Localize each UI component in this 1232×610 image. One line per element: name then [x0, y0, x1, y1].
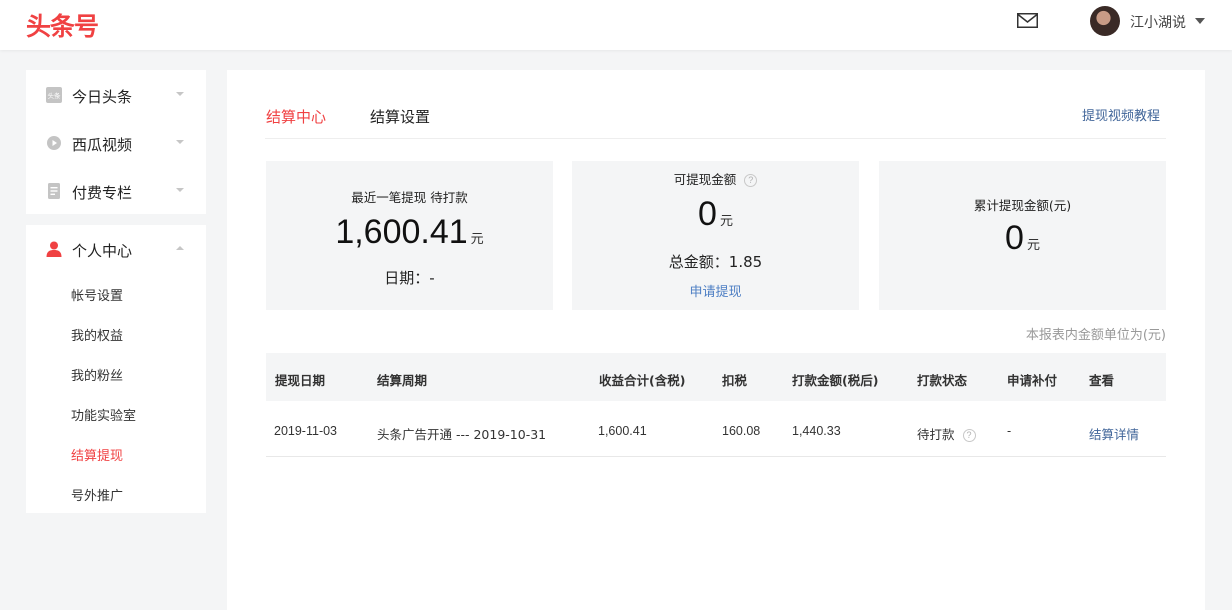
chevron-down-icon [176, 92, 184, 96]
withdrawable-card: 可提现金额? 0元 总金额：1.85 申请提现 [572, 161, 859, 310]
sidebar-item-toutiao[interactable]: 头条 今日头条 [26, 74, 206, 114]
cumulative-withdrawal-card: 累计提现金额(元) 0元 [879, 161, 1166, 310]
help-icon[interactable]: ? [744, 174, 758, 187]
help-icon[interactable]: ? [962, 429, 976, 442]
table-header: 提现日期 结算周期 收益合计(含税) 扣税 打款金额(税后) 打款状态 申请补付… [266, 353, 1166, 401]
sidebar-item-label: 西瓜视频 [72, 136, 133, 154]
apply-withdraw-link[interactable]: 申请提现 [572, 281, 859, 300]
column-header: 查看 [1089, 373, 1115, 388]
cell-status: 待打款? [917, 424, 976, 443]
sidebar-item-lab[interactable]: 功能实验室 [71, 405, 136, 424]
card-title: 累计提现金额(元) [973, 198, 1072, 213]
cell-payout: 1,440.33 [792, 424, 841, 438]
sidebar-personal: 个人中心 帐号设置 我的权益 我的粉丝 功能实验室 结算提现 号外推广 [26, 225, 206, 513]
cell-date: 2019-11-03 [274, 424, 338, 438]
cell-income: 1,600.41 [598, 424, 647, 438]
sidebar-item-fans[interactable]: 我的粉丝 [71, 365, 123, 384]
card-title: 最近一笔提现 待打款 [351, 190, 468, 205]
column-header: 打款状态 [917, 373, 968, 388]
amount: 0元 [879, 219, 1166, 258]
table-row: 2019-11-03 头条广告开通 --- 2019-10-31 1,600.4… [266, 401, 1166, 457]
avatar[interactable] [1090, 6, 1120, 36]
toutiao-icon: 头条 [46, 87, 62, 103]
sidebar-item-personal[interactable]: 个人中心 [26, 228, 206, 268]
svg-text:头条: 头条 [48, 91, 62, 100]
xigua-video-icon [47, 136, 61, 150]
amount-unit: 元 [1026, 238, 1040, 253]
top-bar: 头条号 江小湖说 [0, 0, 1232, 50]
unit-note: 本报表内金额单位为(元) [1025, 328, 1166, 343]
column-header: 收益合计(含税) [599, 373, 686, 388]
amount-unit: 元 [719, 214, 733, 229]
amount: 0元 [572, 195, 859, 234]
sidebar-platforms: 头条 今日头条 西瓜视频 付费专栏 [26, 70, 206, 214]
amount-value: 0 [1005, 219, 1024, 257]
amount-unit: 元 [470, 232, 484, 247]
chevron-up-icon [176, 246, 184, 250]
logo[interactable]: 头条号 [26, 7, 99, 43]
amount: 1,600.41 元 [266, 213, 553, 252]
tutorial-link[interactable]: 提现视频教程 [1082, 105, 1160, 124]
paid-column-icon [48, 183, 60, 199]
amount-value: 0 [698, 195, 717, 233]
tab-settlement-center[interactable]: 结算中心 [266, 106, 326, 127]
sidebar-item-settlement[interactable]: 结算提现 [71, 445, 123, 464]
tab-settlement-settings[interactable]: 结算设置 [370, 106, 430, 127]
amount-value: 1,600.41 [335, 213, 468, 251]
withdrawal-date: 日期：- [384, 269, 435, 287]
column-header: 打款金额(税后) [792, 373, 879, 388]
chevron-down-icon[interactable] [1195, 18, 1205, 24]
sidebar-item-account-settings[interactable]: 帐号设置 [71, 285, 123, 304]
sidebar-item-paid-column[interactable]: 付费专栏 [26, 170, 206, 210]
column-header: 扣税 [722, 373, 748, 388]
sidebar-item-rights[interactable]: 我的权益 [71, 325, 123, 344]
chevron-down-icon [176, 188, 184, 192]
main-panel: 结算中心 结算设置 提现视频教程 最近一笔提现 待打款 1,600.41 元 日期… [227, 70, 1205, 610]
mail-icon[interactable] [1017, 13, 1038, 28]
sidebar-item-label: 付费专栏 [72, 184, 133, 202]
person-icon [46, 241, 62, 257]
card-title-text: 可提现金额 [673, 172, 737, 187]
settlement-detail-link[interactable]: 结算详情 [1089, 424, 1139, 443]
cell-tax: 160.08 [722, 424, 761, 438]
tab-divider [265, 138, 1166, 139]
recent-withdrawal-card: 最近一笔提现 待打款 1,600.41 元 日期：- [266, 161, 553, 310]
sidebar-item-xigua[interactable]: 西瓜视频 [26, 122, 206, 162]
column-header: 结算周期 [377, 373, 428, 388]
chevron-down-icon [176, 140, 184, 144]
sidebar-item-promotion[interactable]: 号外推广 [71, 485, 123, 504]
column-header: 提现日期 [275, 373, 326, 388]
cell-supplement: - [1007, 424, 1012, 438]
status-text: 待打款 [917, 427, 955, 442]
card-title: 可提现金额? [572, 169, 859, 188]
total-amount: 总金额：1.85 [668, 253, 763, 271]
sidebar-item-label: 个人中心 [72, 242, 133, 260]
cell-period: 头条广告开通 --- 2019-10-31 [377, 427, 547, 442]
username[interactable]: 江小湖说 [1130, 12, 1186, 32]
sidebar-item-label: 今日头条 [72, 88, 133, 106]
column-header: 申请补付 [1007, 373, 1058, 388]
